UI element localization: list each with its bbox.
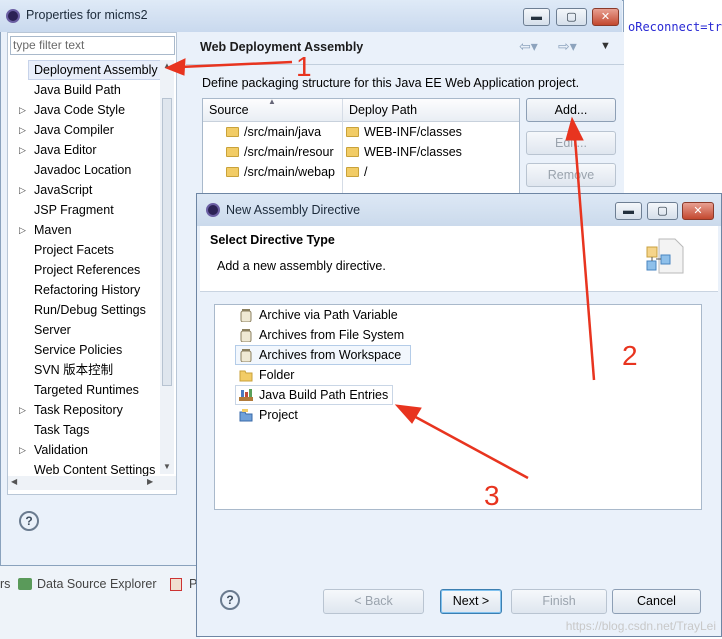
annotation-1: 1 <box>296 51 312 82</box>
arrow-line-3 <box>409 412 529 480</box>
watermark: https://blog.csdn.net/TrayLei <box>565 619 716 633</box>
annotation-arrows <box>164 58 596 480</box>
annotation-3: 3 <box>484 480 500 511</box>
arrow-line-1 <box>179 60 293 69</box>
arrow-head-1 <box>164 58 186 76</box>
annotation-2: 2 <box>622 340 638 371</box>
arrow-head-3 <box>394 404 422 424</box>
arrow-line-2 <box>573 137 596 381</box>
arrow-head-2 <box>565 116 584 141</box>
